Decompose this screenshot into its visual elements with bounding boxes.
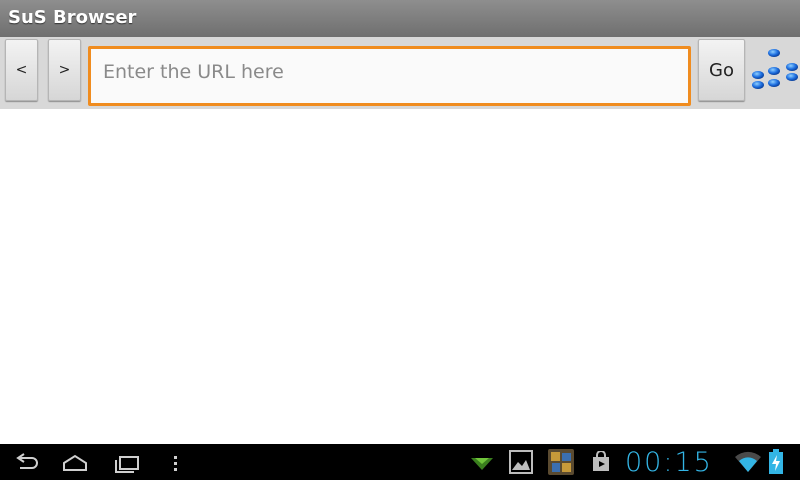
home-icon[interactable] bbox=[62, 453, 88, 477]
title-bar: SuS Browser bbox=[0, 0, 800, 37]
url-input[interactable]: Enter the URL here bbox=[88, 46, 691, 106]
notification-icon[interactable] bbox=[470, 455, 494, 475]
back-button[interactable]: < bbox=[5, 39, 38, 101]
url-placeholder: Enter the URL here bbox=[103, 61, 284, 83]
web-content-area[interactable] bbox=[0, 109, 800, 444]
menu-icon[interactable] bbox=[172, 455, 180, 475]
molecule-logo-icon bbox=[750, 47, 800, 95]
wifi-icon bbox=[734, 451, 762, 477]
battery-icon bbox=[768, 449, 784, 479]
system-navigation-bar: 00:15 bbox=[0, 444, 800, 480]
toolbar: < > Enter the URL here Go bbox=[0, 37, 800, 109]
game-app-icon[interactable] bbox=[548, 449, 574, 479]
forward-button[interactable]: > bbox=[48, 39, 81, 101]
store-bag-icon[interactable] bbox=[590, 450, 612, 477]
clock: 00:15 bbox=[625, 447, 713, 478]
go-button[interactable]: Go bbox=[698, 39, 745, 101]
app-title: SuS Browser bbox=[8, 7, 137, 28]
recent-apps-icon[interactable] bbox=[114, 453, 140, 477]
back-icon[interactable] bbox=[14, 453, 40, 477]
gallery-icon[interactable] bbox=[509, 450, 533, 478]
